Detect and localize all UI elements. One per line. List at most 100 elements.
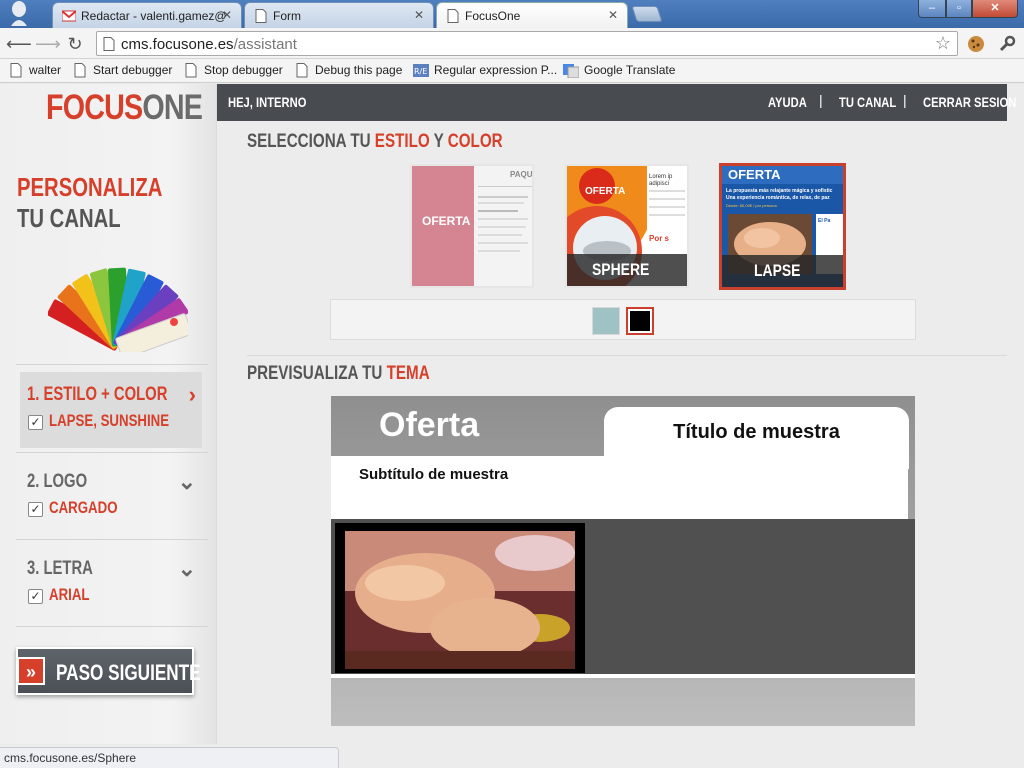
preview-bottom-line <box>331 674 915 678</box>
sidebar: FOCUSONE PERSONALIZA TU CANAL 1. ESTILO … <box>0 84 217 744</box>
nav-tu-canal[interactable]: TU CANAL <box>839 94 896 110</box>
bookmark-item[interactable]: Google Translate <box>563 63 675 78</box>
theme-option-sphere[interactable]: OFERTA Lorem ip adipisci Por s SPHERE <box>565 164 689 288</box>
theme-label: LAPSE <box>722 255 843 287</box>
step-value: CARGADO <box>49 498 118 517</box>
sidebar-heading-line1: PERSONALIZA <box>17 172 163 202</box>
reload-icon[interactable]: ↻ <box>64 33 86 55</box>
color-swatch-teal[interactable] <box>592 307 620 335</box>
step-value: ARIAL <box>49 585 90 604</box>
browser-titlebar: Redactar - valenti.gamez@ ✕ Form ✕ Focus… <box>0 0 1024 29</box>
bookmark-item[interactable]: R/E Regular expression P... <box>413 63 557 77</box>
back-arrow-icon[interactable]: ⟵ <box>6 33 32 55</box>
nav-cerrar-sesion[interactable]: CERRAR SESION <box>923 94 1016 110</box>
tab-label: FocusOne <box>465 9 521 23</box>
bookmark-item[interactable]: Debug this page <box>296 63 402 78</box>
page-content: FOCUSONE PERSONALIZA TU CANAL 1. ESTILO … <box>0 84 1024 744</box>
theme-thumb-side: Por s <box>649 234 670 243</box>
bookmark-item[interactable]: Stop debugger <box>185 63 283 78</box>
status-bar: cms.focusone.es/Sphere <box>0 747 339 768</box>
preview-subtitle: Subtítulo de muestra <box>359 466 509 483</box>
tab-focusone[interactable]: FocusOne ✕ <box>436 2 628 29</box>
nav-separator: | <box>819 92 823 108</box>
divider <box>16 626 208 627</box>
page-icon <box>74 63 86 78</box>
divider <box>16 452 208 453</box>
new-tab-button[interactable] <box>631 6 663 22</box>
forward-arrow-icon[interactable]: ⟶ <box>35 33 61 55</box>
step-title: 1. ESTILO + COLOR <box>27 384 168 405</box>
theme-thumb-line2: Una experiencia romántica, de relax, de … <box>726 195 830 201</box>
focusone-logo[interactable]: FOCUSONE <box>46 88 203 128</box>
select-style-heading: SELECCIONA TU ESTILO Y COLOR <box>247 131 503 152</box>
bookmark-item[interactable]: Start debugger <box>74 63 172 78</box>
checkbox-checked-icon: ✓ <box>28 589 43 604</box>
step-title: 3. LETRA <box>27 558 93 579</box>
step-estilo-color[interactable]: 1. ESTILO + COLOR › ✓ LAPSE, SUNSHINE <box>20 372 202 448</box>
step-title: 2. LOGO <box>27 471 88 492</box>
theme-option-lapse[interactable]: OFERTA La propuesta más relajante mágica… <box>719 163 846 290</box>
divider <box>247 355 1007 356</box>
divider <box>16 364 208 365</box>
browser-toolbar: ⟵ ⟶ ↻ cms.focusone.es/assistant ☆ <box>0 28 1024 59</box>
tab-label: Form <box>273 9 301 23</box>
nav-separator: | <box>903 92 907 108</box>
url-text: cms.focusone.es/assistant <box>121 36 297 53</box>
preview-title: Título de muestra <box>673 421 840 443</box>
page-icon <box>447 9 459 23</box>
google-translate-icon <box>563 64 579 78</box>
regex-icon: R/E <box>413 64 429 77</box>
color-fan-illustration <box>48 267 188 352</box>
minimize-button[interactable]: – <box>918 0 946 18</box>
theme-thumb-header: Lorem ip adipisci <box>649 174 673 187</box>
tab-gmail[interactable]: Redactar - valenti.gamez@ ✕ <box>52 2 242 28</box>
preview-heading: PREVISUALIZA TU TEMA <box>247 363 430 384</box>
tab-close-icon[interactable]: ✕ <box>222 8 232 22</box>
page-icon <box>185 63 197 78</box>
profile-avatar-icon[interactable] <box>8 0 30 26</box>
color-swatch-black[interactable] <box>626 307 654 335</box>
preview-oferta: Oferta <box>379 406 480 444</box>
page-icon <box>103 37 115 51</box>
theme-label: SPHERE <box>567 254 687 286</box>
next-step-button[interactable]: » PASO SIGUIENTE <box>16 647 201 695</box>
greeting: HEJ, INTERNO <box>228 94 307 110</box>
theme-thumb-text: OFERTA <box>728 167 781 182</box>
address-bar[interactable]: cms.focusone.es/assistant ☆ <box>96 31 958 56</box>
divider <box>16 539 208 540</box>
theme-thumb-side: El Pa <box>818 218 831 224</box>
cookie-extension-icon[interactable] <box>965 33 987 55</box>
tab-close-icon[interactable]: ✕ <box>608 8 618 22</box>
preview-image <box>335 523 585 673</box>
preview-content-area <box>331 519 915 674</box>
step-letra[interactable]: 3. LETRA ⌄ ✓ ARIAL <box>20 546 202 622</box>
page-icon <box>296 63 308 78</box>
sidebar-heading-line2: TU CANAL <box>17 203 121 233</box>
checkbox-checked-icon: ✓ <box>28 502 43 517</box>
bookmark-star-icon[interactable]: ☆ <box>935 33 951 54</box>
theme-thumb-price: Desde: 80,00€ / por persona <box>726 203 777 208</box>
theme-thumb-text: OFERTA <box>422 214 471 228</box>
preview-subtitle-box: Subtítulo de muestra <box>331 456 908 519</box>
tab-label: Redactar - valenti.gamez@ <box>81 9 227 23</box>
gmail-icon <box>62 10 76 22</box>
nav-ayuda[interactable]: AYUDA <box>768 94 807 110</box>
theme-option-default[interactable]: OFERTA PAQUI <box>410 164 534 288</box>
chevron-right-icon: › <box>188 382 196 407</box>
wrench-icon[interactable] <box>996 33 1018 55</box>
step-value: LAPSE, SUNSHINE <box>49 411 170 430</box>
step-logo[interactable]: 2. LOGO ⌄ ✓ CARGADO <box>20 459 202 535</box>
tab-close-icon[interactable]: ✕ <box>414 8 424 22</box>
page-icon <box>255 9 267 23</box>
close-window-button[interactable]: ✕ <box>972 0 1018 18</box>
tab-form[interactable]: Form ✕ <box>244 2 434 28</box>
top-navbar: HEJ, INTERNO AYUDA | TU CANAL | CERRAR S… <box>217 84 1016 121</box>
double-chevron-right-icon: » <box>17 657 45 685</box>
page-icon <box>10 63 22 78</box>
bookmark-item[interactable]: walter <box>10 63 61 78</box>
maximize-button[interactable]: ▫ <box>946 0 972 18</box>
theme-preview: Oferta Título de muestra Subtítulo de mu… <box>331 396 915 726</box>
theme-thumb-text: OFERTA <box>585 186 626 197</box>
theme-thumb-header: La propuesta más relajante mágica y sofi… <box>726 188 833 194</box>
next-step-label: PASO SIGUIENTE <box>56 660 201 685</box>
